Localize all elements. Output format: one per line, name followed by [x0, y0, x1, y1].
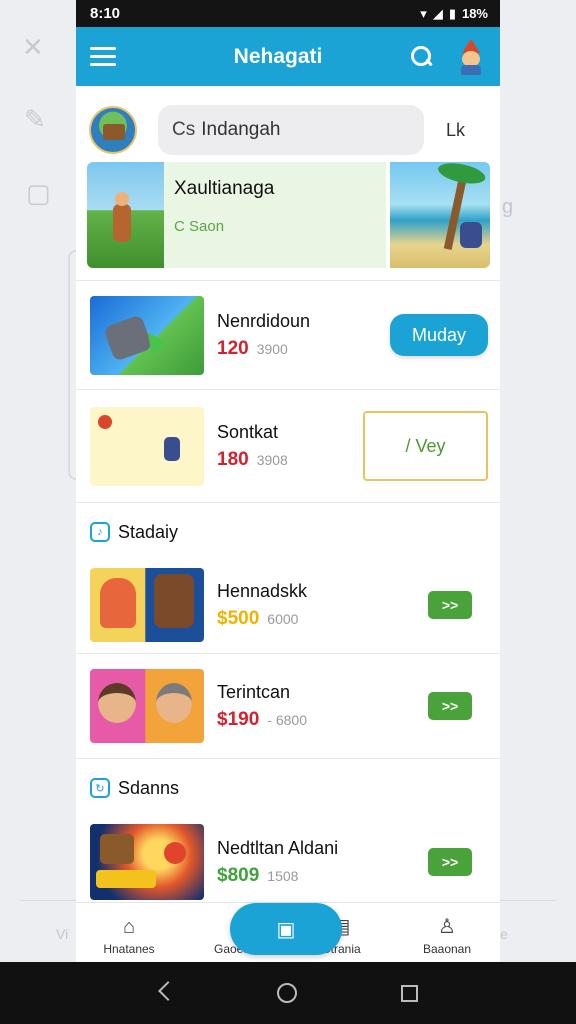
avatar[interactable]: [89, 106, 137, 154]
wallet-fab-button[interactable]: ▣: [230, 903, 342, 955]
item-old-price: 3908: [256, 451, 288, 468]
box-icon: ▢: [26, 178, 51, 208]
app-bar: Nehagati: [76, 27, 500, 86]
item-prices: $809 1508: [217, 865, 428, 887]
search-icon[interactable]: [410, 45, 434, 69]
item-old-price: 1508: [267, 867, 299, 884]
nav-item-home[interactable]: ⌂ Hnatanes: [89, 915, 169, 956]
item-title: Sontkat: [217, 421, 279, 442]
item-prices: $500 6000: [217, 608, 428, 630]
menu-icon[interactable]: [90, 47, 116, 66]
status-icons: ▾ ◢ ▮ 18%: [420, 6, 488, 22]
item-info: Nenrdidoun 120 3900: [217, 311, 390, 360]
item-info: Hennadskk $500 6000: [217, 581, 428, 630]
item-title: Nenrdidoun: [217, 310, 311, 331]
item-info: Sontkat 180 3908: [217, 422, 363, 471]
section-title: Sdanns: [118, 777, 180, 798]
nav-label: Hnatanes: [103, 942, 155, 956]
bottom-nav: ⌂ Hnatanes ◔ Gaoeds ▤ Gtrania ♙ Baaonan …: [76, 902, 500, 962]
app-title: Nehagati: [233, 44, 323, 68]
list-item[interactable]: Nenrdidoun 120 3900 Muday: [76, 281, 500, 389]
search-row: Cs Indangah Lk: [76, 86, 500, 162]
item-prices: 120 3900: [217, 338, 390, 360]
section-title: Stadaiy: [118, 521, 179, 542]
wallet-icon: ▣: [276, 918, 296, 941]
search-input[interactable]: Cs Indangah: [158, 105, 424, 155]
item-prices: $190 - 6800: [217, 709, 428, 731]
search-value: Indangah: [201, 119, 281, 140]
banner-subtitle: C Saon: [174, 218, 225, 235]
item-title: Terintcan: [217, 681, 291, 702]
edit-icon: ✎: [24, 104, 46, 134]
list-item[interactable]: Hennadskk $500 6000 >>: [76, 561, 500, 649]
background-glyph: g: [502, 196, 514, 218]
banner-image-right: [390, 162, 490, 268]
home-icon: ⌂: [122, 916, 136, 938]
banner-title: Xaultianaga: [174, 178, 275, 199]
item-old-price: 3900: [256, 340, 288, 357]
game-thumbnail: [90, 406, 204, 486]
item-price: $500: [217, 607, 260, 629]
item-price: 120: [217, 337, 249, 359]
system-nav-bar: [0, 962, 576, 1024]
section-header: ↻ Sdanns: [76, 759, 500, 817]
status-time: 8:10: [90, 5, 121, 22]
search-action-link[interactable]: Lk: [446, 120, 465, 141]
background-text-right: e: [500, 926, 508, 942]
item-title: Hennadskk: [217, 580, 308, 601]
promo-banner[interactable]: Xaultianaga C Saon: [87, 162, 490, 268]
music-note-icon: ♪: [90, 522, 110, 542]
go-button[interactable]: >>: [428, 692, 472, 720]
app-screen: 8:10 ▾ ◢ ▮ 18% Nehagati Cs Indangah Lk X…: [76, 0, 500, 962]
item-old-price: - 6800: [267, 711, 307, 728]
signal-icon: ◢: [432, 5, 443, 21]
nav-label: Baaonan: [422, 942, 472, 956]
battery-level: 18%: [461, 6, 488, 21]
view-button[interactable]: / Vey: [363, 411, 488, 481]
refresh-icon: ↻: [90, 778, 110, 798]
user-avatar-icon[interactable]: [456, 38, 486, 75]
go-button[interactable]: >>: [428, 591, 472, 619]
item-prices: 180 3908: [217, 449, 363, 471]
item-info: Nedtltan Aldani $809 1508: [217, 838, 428, 887]
item-price: $190: [217, 708, 260, 730]
item-price: $809: [217, 864, 260, 886]
nav-item-profile[interactable]: ♙ Baaonan: [407, 915, 487, 956]
buy-button[interactable]: Muday: [390, 314, 488, 356]
list-item[interactable]: Nedtltan Aldani $809 1508 >>: [76, 817, 500, 907]
back-icon[interactable]: [159, 984, 173, 1002]
search-prefix: Cs: [172, 119, 196, 140]
list-item[interactable]: Terintcan $190 - 6800 >>: [76, 654, 500, 758]
status-bar: 8:10 ▾ ◢ ▮ 18%: [76, 0, 500, 27]
banner-text: Xaultianaga C Saon: [164, 162, 386, 268]
wifi-icon: ▾: [420, 5, 427, 21]
item-old-price: 6000: [267, 610, 299, 627]
banner-image-left: [87, 162, 164, 268]
recents-icon[interactable]: [400, 984, 418, 1002]
go-button[interactable]: >>: [428, 848, 472, 876]
game-thumbnail: [90, 824, 204, 900]
background-text-left: Vi: [56, 926, 69, 942]
game-thumbnail: [90, 669, 204, 743]
item-price: 180: [217, 448, 249, 470]
item-title: Nedtltan Aldani: [217, 837, 339, 858]
item-info: Terintcan $190 - 6800: [217, 682, 428, 731]
list-item[interactable]: Sontkat 180 3908 / Vey: [76, 390, 500, 502]
game-thumbnail: [90, 568, 204, 642]
battery-icon: ▮: [448, 5, 456, 21]
home-circle-icon[interactable]: [276, 983, 297, 1003]
game-thumbnail: [90, 295, 204, 375]
profile-icon: ♙: [438, 916, 456, 938]
section-header: ♪ Stadaiy: [76, 503, 500, 561]
close-icon[interactable]: ✕: [22, 32, 44, 63]
